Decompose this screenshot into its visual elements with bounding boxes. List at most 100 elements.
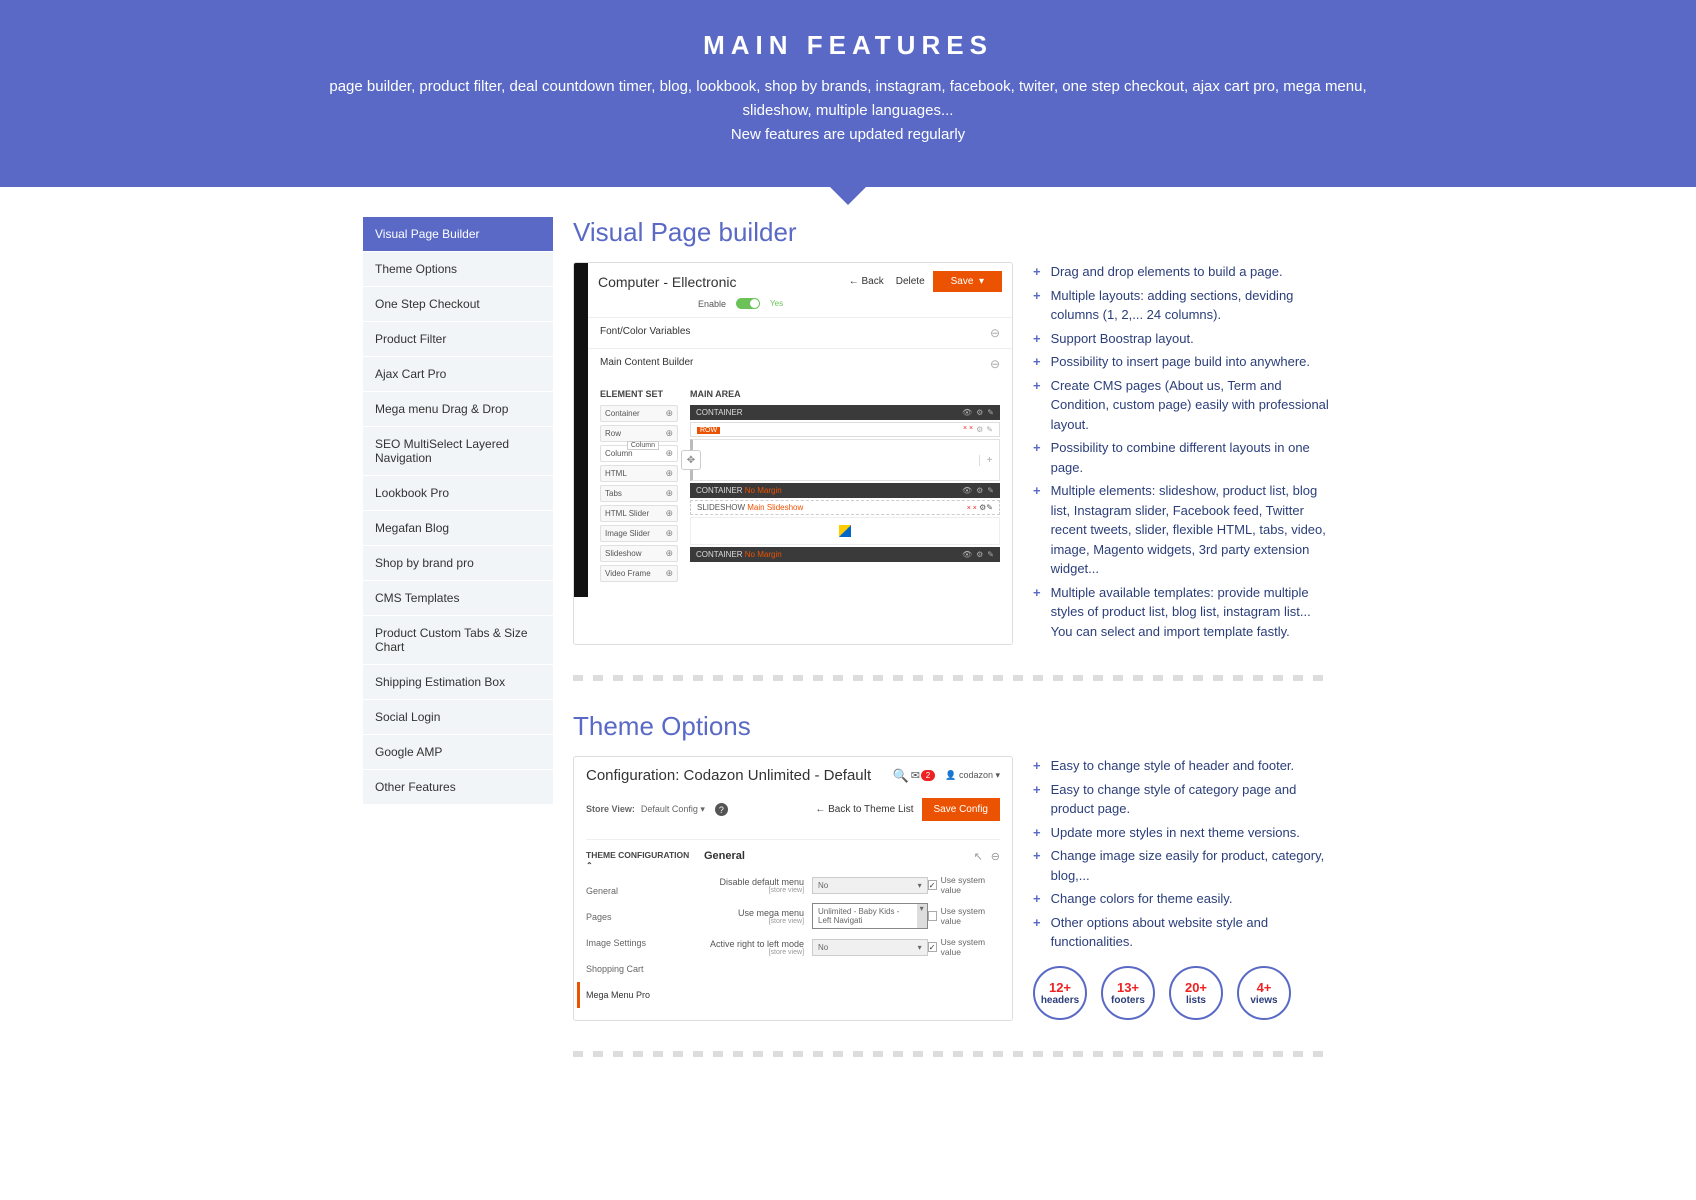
collapse-icon[interactable]: ⊖ bbox=[991, 850, 1000, 863]
feature-item: +Support Boostrap layout. bbox=[1033, 329, 1333, 349]
image-icon bbox=[839, 525, 851, 537]
sidebar-item[interactable]: Lookbook Pro bbox=[363, 476, 553, 511]
add-icon[interactable]: ⊕ bbox=[665, 568, 673, 579]
store-view-label: Store View:Default Config ▾ bbox=[586, 804, 705, 815]
add-icon[interactable]: ⊕ bbox=[665, 408, 673, 419]
sidebar-item[interactable]: SEO MultiSelect Layered Navigation bbox=[363, 427, 553, 476]
eye-icon[interactable]: 👁 bbox=[962, 408, 972, 417]
sidebar-item[interactable]: Megafan Blog bbox=[363, 511, 553, 546]
sidebar-item[interactable]: Other Features bbox=[363, 770, 553, 805]
sidebar-item[interactable]: Mega menu Drag & Drop bbox=[363, 392, 553, 427]
feature-item: +Create CMS pages (About us, Term and Co… bbox=[1033, 376, 1333, 435]
help-icon[interactable]: ? bbox=[715, 803, 728, 816]
panel-main-content[interactable]: Main Content Builder⊖ bbox=[588, 348, 1012, 379]
sidebar-item[interactable]: Google AMP bbox=[363, 735, 553, 770]
select-input[interactable]: No▾ bbox=[812, 939, 928, 956]
sidebar-item[interactable]: Product Filter bbox=[363, 322, 553, 357]
back-to-theme-button[interactable]: ← Back to Theme List bbox=[815, 804, 913, 815]
add-icon[interactable]: ⊕ bbox=[665, 468, 673, 479]
feature-item: +Possibility to combine different layout… bbox=[1033, 438, 1333, 477]
sidebar-item[interactable]: One Step Checkout bbox=[363, 287, 553, 322]
config-nav-item[interactable]: General bbox=[586, 878, 696, 904]
container-bar[interactable]: CONTAINER No Margin👁⚙✎ bbox=[690, 483, 1000, 498]
eye-icon[interactable]: 👁 bbox=[962, 486, 972, 495]
general-heading: General bbox=[704, 850, 745, 863]
config-nav-item[interactable]: Image Settings bbox=[586, 930, 696, 956]
feature-item: +Easy to change style of category page a… bbox=[1033, 780, 1333, 819]
row-item[interactable]: ROW× × ⚙✎ bbox=[690, 422, 1000, 437]
sidebar-item[interactable]: Theme Options bbox=[363, 252, 553, 287]
element-item[interactable]: Container⊕ bbox=[600, 405, 678, 422]
gear-icon[interactable]: ⚙ bbox=[976, 486, 983, 495]
add-icon[interactable]: ⊕ bbox=[665, 508, 673, 519]
search-icon[interactable]: 🔍 bbox=[893, 768, 909, 784]
gear-icon[interactable]: ⚙ bbox=[976, 550, 983, 559]
pencil-icon[interactable]: ✎ bbox=[986, 503, 993, 512]
element-item[interactable]: Slideshow⊕ bbox=[600, 545, 678, 562]
config-nav-item[interactable]: Shopping Cart bbox=[586, 956, 696, 982]
use-system-checkbox[interactable]: ✓Use system value bbox=[928, 875, 1000, 895]
enable-toggle[interactable] bbox=[736, 298, 760, 309]
user-menu[interactable]: 👤 codazon ▾ bbox=[945, 770, 1000, 781]
delete-button[interactable]: Delete bbox=[896, 276, 925, 287]
sidebar-item[interactable]: Shop by brand pro bbox=[363, 546, 553, 581]
vpb-feature-list: +Drag and drop elements to build a page.… bbox=[1033, 262, 1333, 645]
container-bar[interactable]: CONTAINER No Margin👁⚙✎ bbox=[690, 547, 1000, 562]
add-icon[interactable]: ⊕ bbox=[665, 528, 673, 539]
theme-screenshot: Configuration: Codazon Unlimited - Defau… bbox=[573, 756, 1013, 1021]
stat-badges: 12+headers13+footers20+lists4+views bbox=[1033, 966, 1333, 1020]
image-placeholder[interactable] bbox=[690, 517, 1000, 545]
plus-icon: + bbox=[1033, 756, 1041, 776]
add-icon[interactable]: ⊕ bbox=[665, 488, 673, 499]
gear-icon[interactable]: ⚙ bbox=[976, 408, 983, 417]
sidebar-item[interactable]: Ajax Cart Pro bbox=[363, 357, 553, 392]
select-input[interactable]: No▾ bbox=[812, 877, 928, 894]
pencil-icon[interactable]: ✎ bbox=[987, 550, 994, 559]
sidebar-item[interactable]: Visual Page Builder bbox=[363, 217, 553, 252]
element-item[interactable]: HTML⊕ bbox=[600, 465, 678, 482]
notification-badge[interactable]: 2 bbox=[921, 770, 935, 781]
element-item[interactable]: Image Slider⊕ bbox=[600, 525, 678, 542]
pencil-icon[interactable]: ✎ bbox=[987, 486, 994, 495]
collapse-icon: ⊖ bbox=[990, 326, 1000, 340]
element-item[interactable]: Row⊕ bbox=[600, 425, 678, 442]
select-input[interactable]: Unlimited - Baby Kids - Left Navigati▾ bbox=[812, 903, 928, 929]
field-label: Active right to left mode[store view] bbox=[704, 939, 812, 956]
field-label: Disable default menu[store view] bbox=[704, 877, 812, 894]
feature-item: +Drag and drop elements to build a page. bbox=[1033, 262, 1333, 282]
add-icon[interactable]: ⊕ bbox=[665, 448, 673, 459]
use-system-checkbox[interactable]: ✓Use system value bbox=[928, 937, 1000, 957]
stat-badge: 12+headers bbox=[1033, 966, 1087, 1020]
pencil-icon[interactable]: ✎ bbox=[986, 425, 993, 434]
vpb-screenshot: Computer - Ellectronic ← Back Delete Sav… bbox=[573, 262, 1013, 645]
eye-icon[interactable]: 👁 bbox=[962, 550, 972, 559]
element-item[interactable]: HTML Slider⊕ bbox=[600, 505, 678, 522]
drop-slot[interactable]: ✥+ bbox=[690, 439, 1000, 481]
save-config-button[interactable]: Save Config bbox=[922, 798, 1000, 821]
sidebar-item[interactable]: Shipping Estimation Box bbox=[363, 665, 553, 700]
add-icon[interactable]: ⊕ bbox=[665, 428, 673, 439]
element-item[interactable]: Column⊕Column bbox=[600, 445, 678, 462]
config-nav-item[interactable]: Mega Menu Pro bbox=[577, 982, 696, 1008]
config-nav-item[interactable]: Pages bbox=[586, 904, 696, 930]
slideshow-item[interactable]: SLIDESHOW Main Slideshow× × ⚙✎ bbox=[690, 500, 1000, 515]
panel-font-color[interactable]: Font/Color Variables⊖ bbox=[588, 317, 1012, 348]
add-icon[interactable]: ⊕ bbox=[665, 548, 673, 559]
toggle-value: Yes bbox=[770, 299, 783, 308]
sidebar-item[interactable]: Social Login bbox=[363, 700, 553, 735]
back-button[interactable]: ← Back bbox=[849, 276, 884, 287]
sidebar-item[interactable]: CMS Templates bbox=[363, 581, 553, 616]
hero-subtitle: page builder, product filter, deal count… bbox=[323, 75, 1373, 147]
pencil-icon[interactable]: ✎ bbox=[987, 408, 994, 417]
feature-item: +Multiple elements: slideshow, product l… bbox=[1033, 481, 1333, 579]
sidebar-item[interactable]: Product Custom Tabs & Size Chart bbox=[363, 616, 553, 665]
element-item[interactable]: Tabs⊕ bbox=[600, 485, 678, 502]
move-icon[interactable]: ✥ bbox=[681, 450, 701, 470]
use-system-checkbox[interactable]: Use system value bbox=[928, 906, 1000, 926]
stat-badge: 13+footers bbox=[1101, 966, 1155, 1020]
element-item[interactable]: Video Frame⊕ bbox=[600, 565, 678, 582]
gear-icon[interactable]: ⚙ bbox=[976, 425, 983, 434]
theme-config-heading[interactable]: THEME CONFIGURATION bbox=[586, 850, 696, 870]
save-button[interactable]: Save ▾ bbox=[933, 271, 1002, 292]
container-bar[interactable]: CONTAINER👁⚙✎ bbox=[690, 405, 1000, 420]
